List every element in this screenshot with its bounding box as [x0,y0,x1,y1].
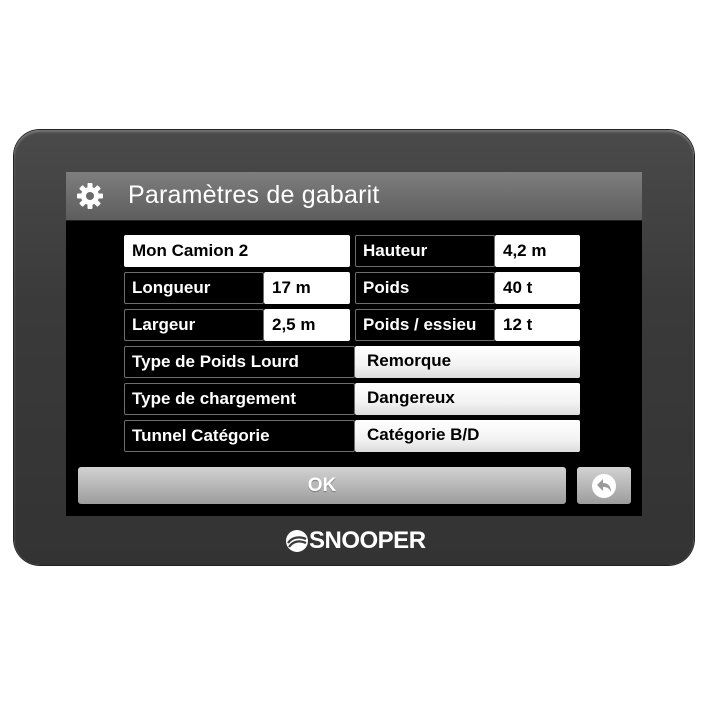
brand-name: SNOOPER [309,527,426,554]
largeur-label: Largeur [124,309,264,341]
ok-button[interactable]: OK [78,467,566,504]
type-chargement-value[interactable]: Dangereux [355,383,580,415]
gear-icon [77,183,103,209]
type-chargement-label: Type de chargement [124,383,355,415]
page-title: Paramètres de gabarit [128,181,380,209]
largeur-value[interactable]: 2,5 m [264,309,350,341]
truck-name-field[interactable]: Mon Camion 2 [124,235,350,267]
type-poids-lourd-label: Type de Poids Lourd [124,346,355,378]
hauteur-label: Hauteur [355,235,495,267]
back-button[interactable] [577,467,631,504]
poids-essieu-label: Poids / essieu [355,309,495,341]
back-arrow-icon [592,474,616,498]
device-screen: Paramètres de gabarit Mon Camion 2 Haute… [66,172,642,516]
poids-value[interactable]: 40 t [495,272,580,304]
longueur-label: Longueur [124,272,264,304]
hauteur-value[interactable]: 4,2 m [495,235,580,267]
title-bar: Paramètres de gabarit [66,172,642,221]
poids-essieu-value[interactable]: 12 t [495,309,580,341]
type-poids-lourd-value[interactable]: Remorque [355,346,580,378]
poids-label: Poids [355,272,495,304]
longueur-value[interactable]: 17 m [264,272,350,304]
snooper-swirl-icon [286,530,308,552]
tunnel-categorie-label: Tunnel Catégorie [124,420,355,452]
brand-logo: SNOOPER [285,525,435,557]
tunnel-categorie-value[interactable]: Catégorie B/D [355,420,580,452]
